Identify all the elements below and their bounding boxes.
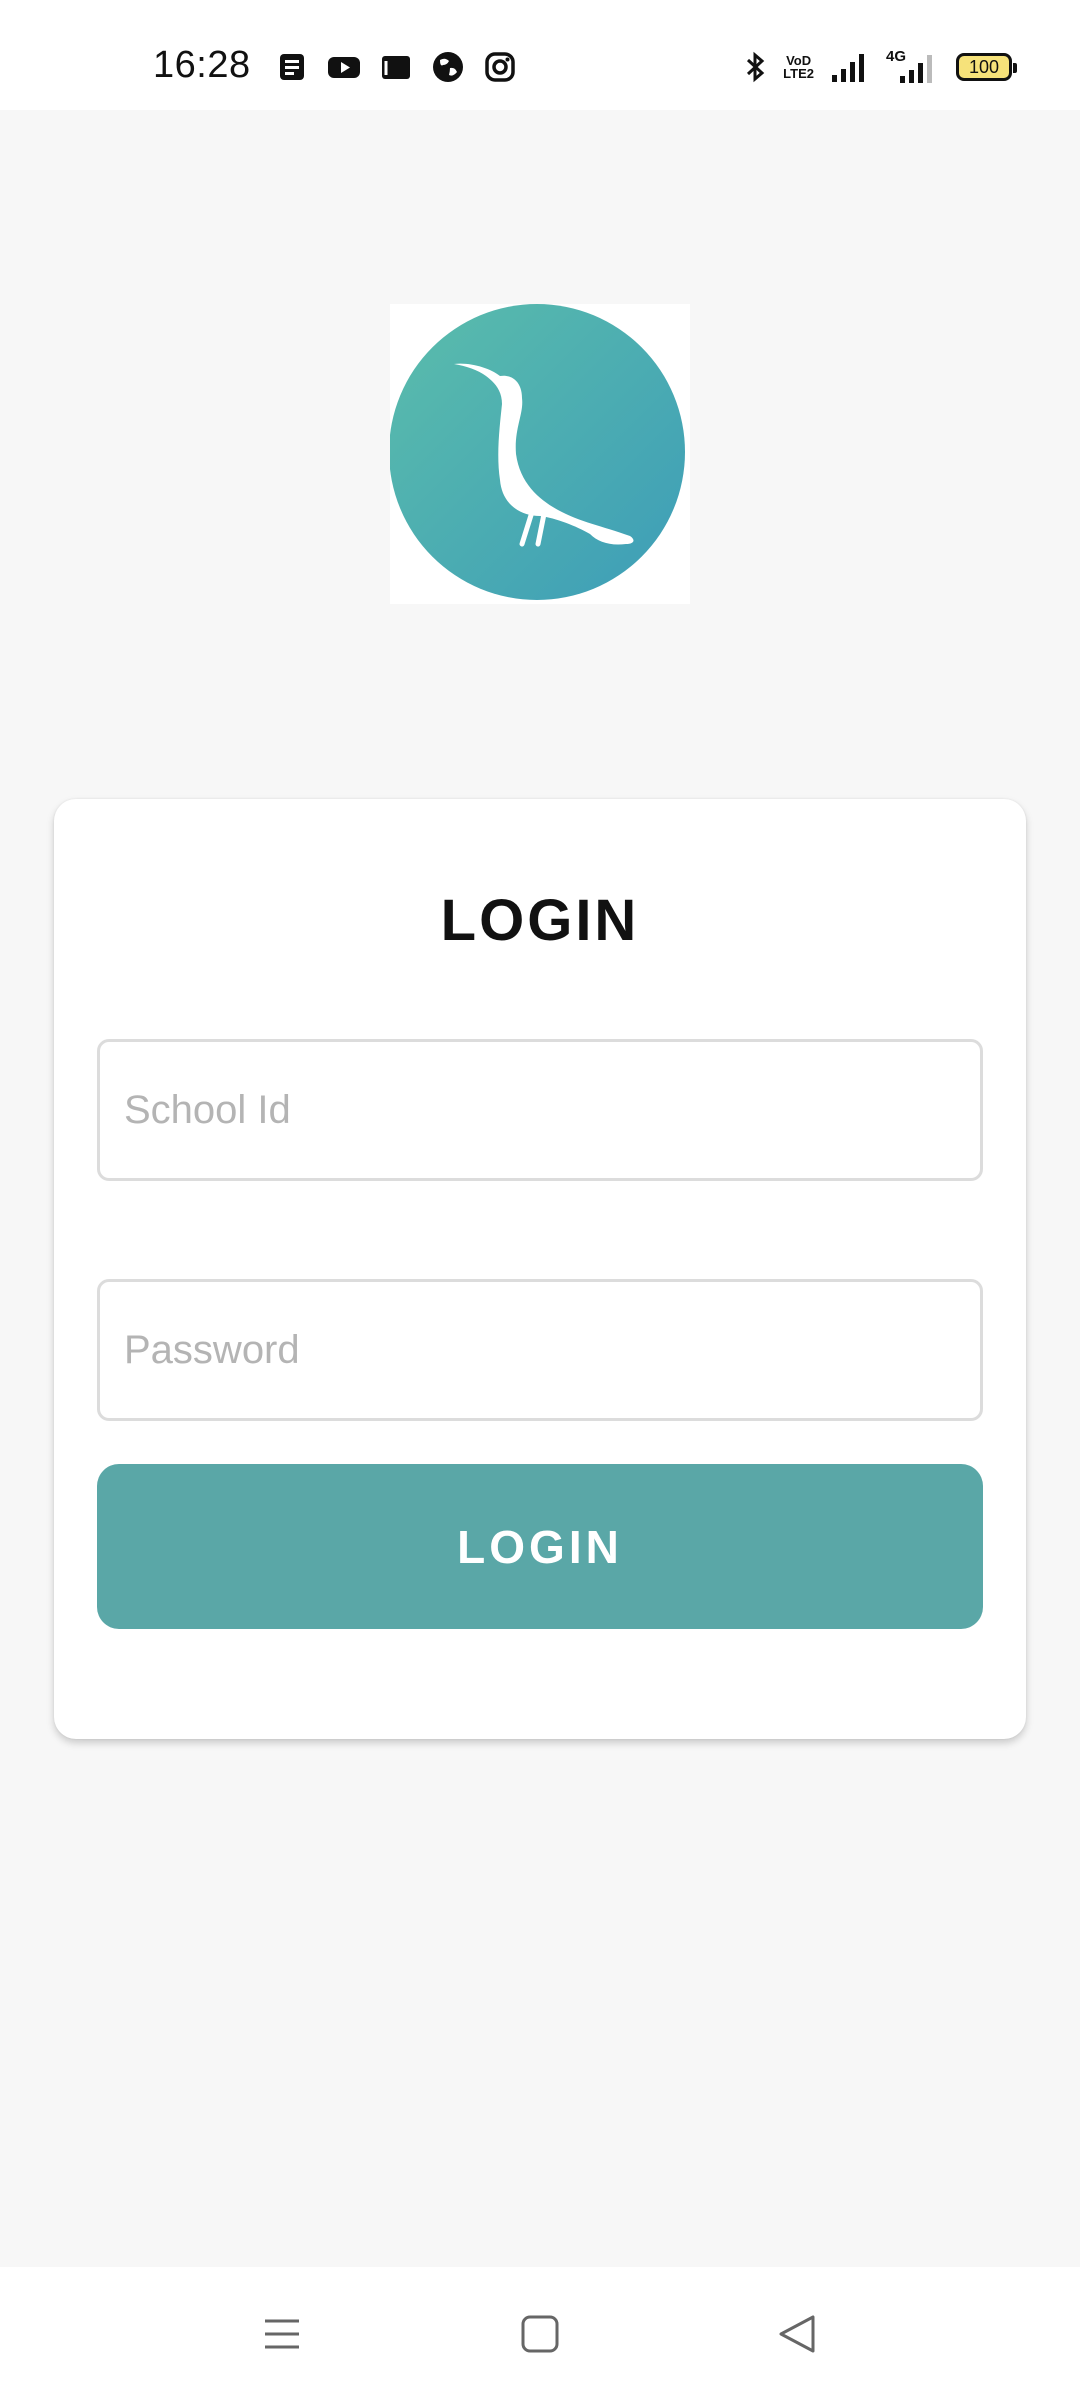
hummingbird-logo-icon bbox=[389, 304, 685, 600]
notification-icons bbox=[275, 50, 517, 84]
earth-icon bbox=[433, 52, 463, 82]
login-card: LOGIN LOGIN bbox=[54, 799, 1026, 1739]
signal-icon bbox=[832, 54, 864, 82]
home-icon[interactable] bbox=[515, 2309, 565, 2359]
volte-bottom-label: LTE2 bbox=[783, 66, 814, 81]
login-title: LOGIN bbox=[440, 888, 640, 953]
news-icon bbox=[280, 54, 304, 80]
gmail-icon bbox=[382, 56, 410, 79]
instagram-icon bbox=[485, 52, 515, 82]
password-input[interactable] bbox=[97, 1279, 983, 1421]
back-icon[interactable] bbox=[773, 2309, 823, 2359]
battery-level: 100 bbox=[968, 56, 1000, 77]
status-time: 16:28 bbox=[153, 44, 251, 86]
bluetooth-icon bbox=[747, 51, 765, 83]
school-id-input[interactable] bbox=[97, 1039, 983, 1181]
app-logo bbox=[389, 304, 690, 604]
system-icons: VoD LTE2 4G 100 bbox=[745, 48, 1017, 84]
4g-signal-icon: 4G bbox=[886, 48, 940, 84]
volte-icon: VoD LTE2 bbox=[783, 54, 814, 80]
youtube-icon bbox=[328, 57, 360, 78]
navigation-bar bbox=[0, 2267, 1080, 2400]
menu-icon[interactable] bbox=[257, 2309, 307, 2359]
status-bar: 16:28 VoD LTE2 4G 100 bbox=[0, 0, 1080, 110]
battery-icon: 100 bbox=[956, 53, 1017, 81]
login-button[interactable]: LOGIN bbox=[97, 1464, 983, 1629]
